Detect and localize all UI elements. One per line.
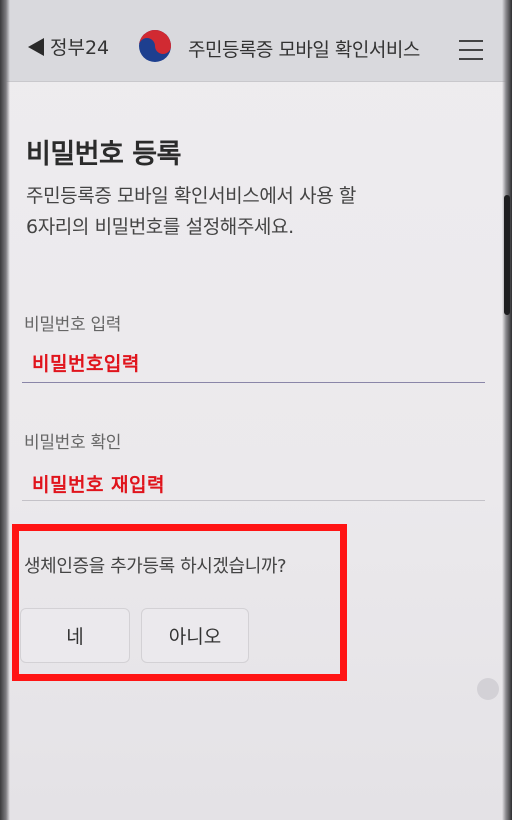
back-link[interactable]: 정부24 (28, 33, 109, 60)
back-link-label: 정부24 (50, 37, 110, 59)
confirm-underline (22, 500, 485, 501)
government-emblem-icon (139, 30, 171, 62)
app-header: 정부24 주민등록증 모바일 확인서비스 (0, 0, 512, 82)
header-title: 주민등록증 모바일 확인서비스 (188, 39, 420, 61)
password-field-label: 비밀번호 입력 (24, 315, 122, 335)
back-arrow-icon (28, 37, 44, 56)
description-line-2: 6자리의 비밀번호를 설정해주세요. (26, 216, 294, 238)
floating-dot (477, 678, 499, 700)
page-description: 주민등록증 모바일 확인서비스에서 사용 할 6자리의 비밀번호를 설정해주세요… (26, 181, 446, 243)
confirm-password-input[interactable]: 비밀번호 재입력 (32, 470, 165, 497)
mobile-screen: 정부24 주민등록증 모바일 확인서비스 비밀번호 등록 주민등록증 모바일 확… (0, 0, 512, 820)
password-input[interactable]: 비밀번호입력 (32, 349, 140, 376)
biometric-question: 생체인증을 추가등록 하시겠습니까? (24, 556, 287, 577)
left-bezel (0, 0, 10, 820)
page-title: 비밀번호 등록 (26, 139, 181, 170)
hamburger-menu-icon[interactable] (459, 40, 483, 60)
confirm-field-label: 비밀번호 확인 (24, 433, 122, 453)
biometric-yes-button[interactable]: 네 (20, 608, 130, 663)
description-line-1: 주민등록증 모바일 확인서비스에서 사용 할 (26, 185, 356, 207)
password-underline (22, 382, 485, 383)
right-bezel (502, 0, 512, 820)
biometric-no-button[interactable]: 아니오 (141, 608, 249, 663)
scrollbar[interactable] (504, 195, 510, 315)
